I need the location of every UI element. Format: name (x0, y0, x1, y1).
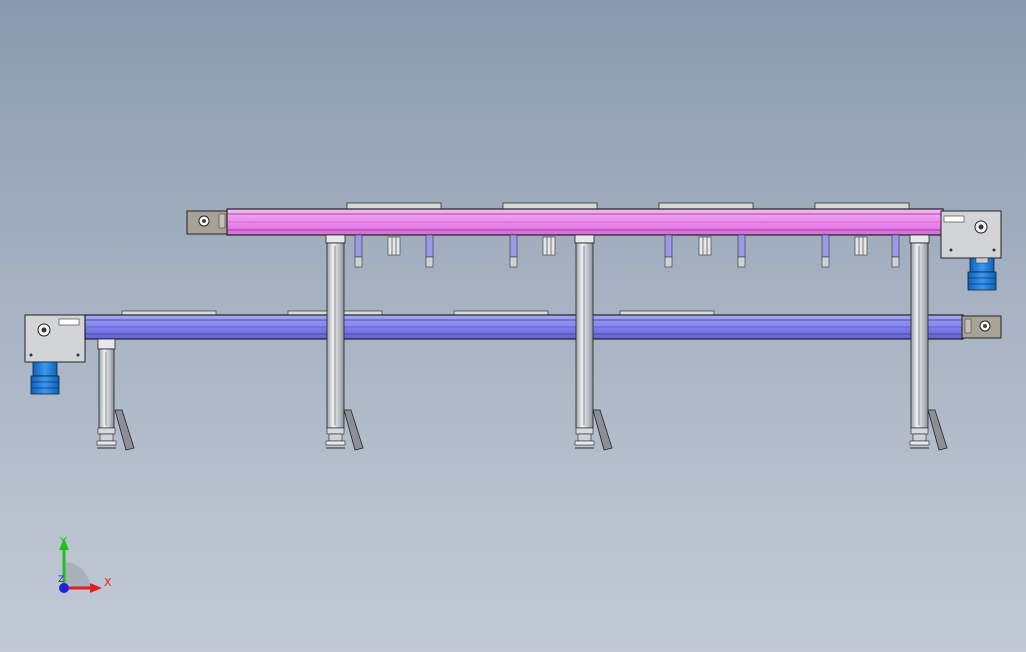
cad-viewport[interactable]: Y X Z (0, 0, 1026, 652)
upper-underside-components (354, 234, 900, 268)
support-leg-4 (909, 234, 948, 451)
y-axis-label: Y (59, 535, 67, 548)
upper-drive-motor (967, 257, 997, 291)
conveyor-assembly-drawing: Y X Z (24, 202, 1002, 593)
lower-drive-gearbox (24, 314, 86, 363)
lower-drive-motor (30, 361, 60, 395)
upper-conveyor (186, 202, 1002, 291)
z-axis-label: Z (58, 575, 64, 585)
support-leg-1 (96, 338, 135, 451)
coordinate-triad: Y X Z (58, 535, 112, 593)
lower-conveyor (24, 310, 1002, 395)
support-legs (96, 234, 948, 451)
triad-arc-icon (64, 562, 90, 588)
upper-idler-end (186, 210, 229, 235)
upper-product-plates (346, 202, 910, 210)
lower-idler-end (961, 315, 1002, 339)
x-axis-label: X (104, 576, 112, 589)
support-leg-3 (574, 234, 613, 451)
upper-drive-gearbox (940, 210, 1002, 259)
